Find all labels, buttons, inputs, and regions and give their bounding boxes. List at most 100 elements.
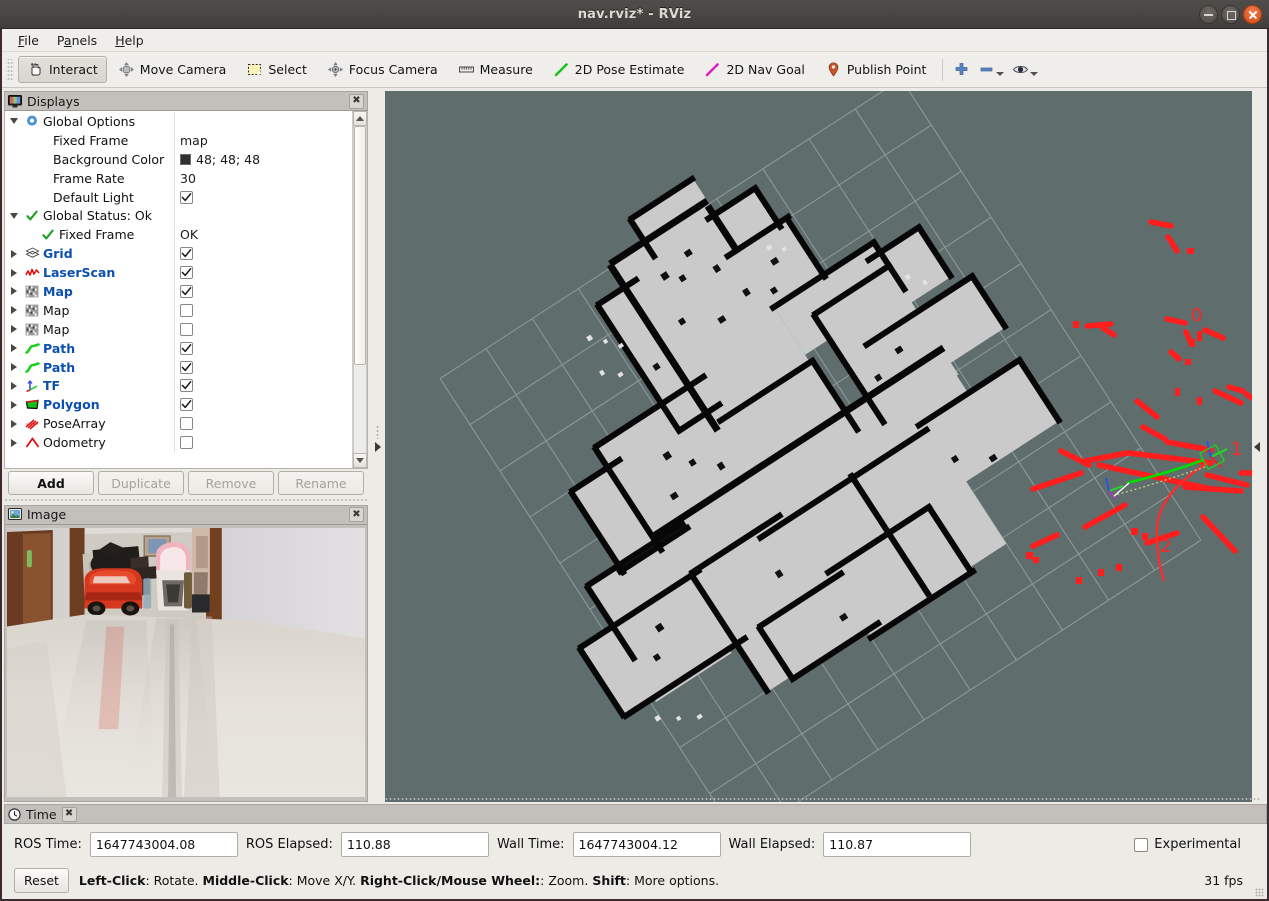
expand-arrow-icon[interactable] [5,250,23,258]
display-enable-checkbox[interactable] [180,266,193,279]
displays-panel-close-icon[interactable]: ✖ [349,94,364,109]
tool-2d-pose-estimate[interactable]: 2D Pose Estimate [544,56,694,83]
tool-interact[interactable]: Interact [18,56,107,83]
zoom-out-dropdown-arrow[interactable] [996,72,1004,76]
expand-arrow-icon[interactable] [5,344,23,352]
display-tree-row[interactable]: Default Light [5,188,352,207]
tool-move-camera[interactable]: Move Camera [109,56,236,83]
toolbar-drag-handle[interactable] [6,59,14,81]
display-row-value[interactable] [174,188,352,207]
image-panel-close-icon[interactable]: ✖ [349,507,364,522]
display-tree-row[interactable]: Frame Rate30 [5,169,352,188]
display-tree-row[interactable]: Fixed Framemap [5,131,352,150]
display-row-value[interactable] [174,282,352,301]
right-panel-collapse-handle[interactable] [1252,91,1261,802]
display-tree-row[interactable]: Grid [5,244,352,263]
display-tree-row[interactable]: Map [5,282,352,301]
render-view-3d[interactable]: 0 1 2 [385,91,1260,802]
display-row-value[interactable] [174,395,352,414]
menu-help[interactable]: Help [107,31,152,50]
expand-arrow-icon[interactable] [5,363,23,371]
display-tree-row[interactable]: Path [5,339,352,358]
expand-arrow-icon[interactable] [5,401,23,409]
time-field-input[interactable]: 1647743004.12 [573,832,721,857]
expand-arrow-icon[interactable] [5,325,23,333]
menu-file[interactable]: File [10,31,47,50]
display-tree-row[interactable]: Background Color48; 48; 48 [5,150,352,169]
display-tree-row[interactable]: Odometry [5,433,352,452]
expand-arrow-icon[interactable] [5,306,23,314]
display-row-value[interactable] [174,376,352,395]
zoom-out-button[interactable] [974,57,1008,82]
display-tree-row[interactable]: Map [5,320,352,339]
displays-vertical-scrollbar[interactable] [352,111,367,468]
time-panel-close-icon[interactable]: ✖ [62,807,77,822]
scroll-thumb[interactable] [354,126,366,365]
expand-arrow-icon[interactable] [5,269,23,277]
add-button[interactable]: Add [8,471,94,495]
display-enable-checkbox[interactable] [180,342,193,355]
menu-panels[interactable]: Panels [49,31,105,50]
display-row-value[interactable] [174,358,352,377]
view-eye-dropdown-arrow[interactable] [1030,72,1038,76]
display-enable-checkbox[interactable] [180,361,193,374]
maximize-button[interactable] [1221,5,1240,24]
experimental-checkbox[interactable] [1134,838,1148,852]
tool-select[interactable]: Select [237,56,316,83]
tool-focus-camera[interactable]: Focus Camera [318,56,447,83]
display-row-value[interactable] [174,244,352,263]
display-row-value[interactable] [174,301,352,320]
time-field-input[interactable]: 110.87 [823,832,971,857]
display-row-value: map [174,131,352,150]
display-enable-checkbox[interactable] [180,323,193,336]
display-row-value[interactable] [174,263,352,282]
display-enable-checkbox[interactable] [180,379,193,392]
time-field-input[interactable]: 1647743004.08 [90,832,238,857]
display-tree-row[interactable]: Polygon [5,395,352,414]
close-button[interactable] [1243,5,1262,24]
display-enable-checkbox[interactable] [180,398,193,411]
display-enable-checkbox[interactable] [180,417,193,430]
expand-arrow-icon[interactable] [5,382,23,390]
display-row-value[interactable] [174,339,352,358]
window-resize-grip[interactable] [1255,888,1264,897]
expand-arrow-icon[interactable] [5,439,23,447]
scroll-down-button[interactable] [353,453,367,468]
scroll-track[interactable] [353,126,367,453]
collapse-arrow-icon[interactable] [5,213,23,219]
display-tree-row[interactable]: Global Options [5,112,352,131]
display-tree-row[interactable]: Fixed FrameOK [5,225,352,244]
left-panel-collapse-handle[interactable] [373,91,382,802]
experimental-toggle[interactable]: Experimental [1134,837,1257,852]
display-tree-row[interactable]: TF [5,376,352,395]
display-row-value[interactable] [174,320,352,339]
displays-image-splitter[interactable] [4,497,368,503]
view-eye-button[interactable] [1008,57,1042,82]
tool-publish-point[interactable]: Publish Point [816,56,936,83]
tool-2d-nav-goal[interactable]: 2D Nav Goal [695,56,813,83]
display-row-value[interactable] [174,414,352,433]
display-enable-checkbox[interactable] [180,191,193,204]
expand-arrow-icon[interactable] [5,420,23,428]
minimize-button[interactable] [1199,5,1218,24]
display-enable-checkbox[interactable] [180,436,193,449]
display-tree-row[interactable]: Path [5,358,352,377]
display-tree-row[interactable]: Map [5,301,352,320]
collapse-arrow-icon[interactable] [5,118,23,124]
display-enable-checkbox[interactable] [180,285,193,298]
view-time-splitter[interactable] [385,796,1260,802]
zoom-in-button[interactable] [949,57,974,82]
tool-measure[interactable]: Measure [449,56,542,83]
display-tree-row[interactable]: Global Status: Ok [5,206,352,225]
display-enable-checkbox[interactable] [180,247,193,260]
display-row-value[interactable] [174,433,352,452]
display-tree-row[interactable]: LaserScan [5,263,352,282]
displays-tree[interactable]: Global OptionsFixed FramemapBackground C… [5,111,352,468]
scroll-up-button[interactable] [353,111,367,126]
reset-button[interactable]: Reset [14,868,69,893]
display-enable-checkbox[interactable] [180,304,193,317]
time-field-input[interactable]: 110.88 [341,832,489,857]
expand-arrow-icon[interactable] [5,287,23,295]
display-tree-row[interactable]: PoseArray [5,414,352,433]
color-swatch[interactable] [180,154,191,165]
